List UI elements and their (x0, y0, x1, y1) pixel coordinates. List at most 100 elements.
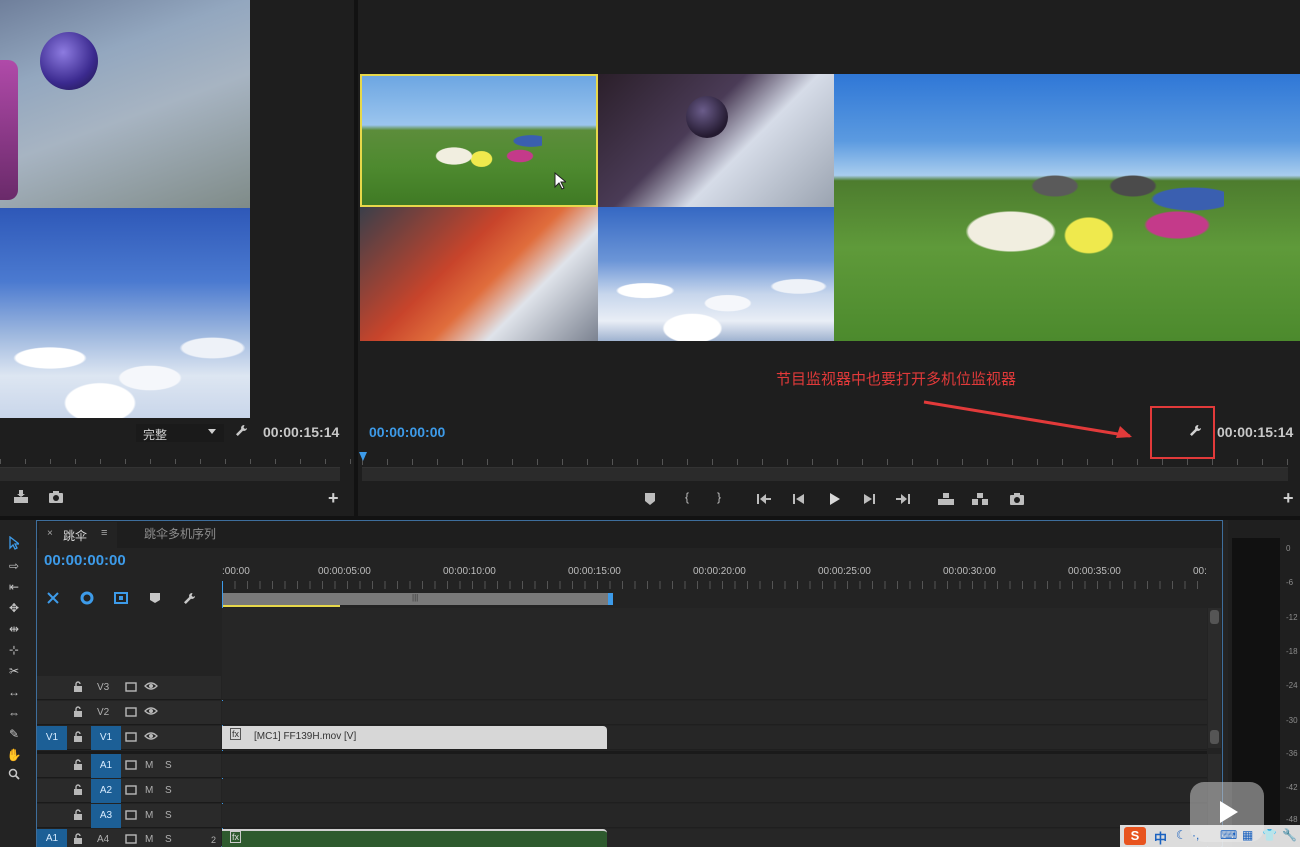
lock-icon[interactable] (73, 784, 83, 799)
lock-icon[interactable] (73, 706, 83, 721)
mark-out-icon[interactable]: } (707, 487, 731, 507)
eye-icon[interactable] (144, 706, 158, 719)
menu-icon[interactable]: ≡ (101, 527, 107, 539)
ime-language-indicator[interactable]: 中 (1154, 828, 1167, 847)
track-lane-a1[interactable] (222, 754, 1207, 778)
track-target-a3[interactable]: A3 (91, 804, 121, 828)
go-to-in-icon[interactable] (752, 488, 776, 508)
solo-button[interactable]: S (165, 785, 172, 796)
track-lane-a2[interactable] (222, 779, 1207, 803)
work-area-bar[interactable]: ||| (222, 593, 612, 605)
sync-lock-icon[interactable] (125, 785, 137, 798)
razor-tool-icon[interactable]: ✂ (4, 662, 24, 680)
play-icon[interactable] (822, 488, 846, 508)
timeline-time-ruler[interactable]: :00:00 00:00:05:00 00:00:10:00 00:00:15:… (222, 558, 1207, 608)
track-header-v2[interactable]: V2 (37, 701, 221, 725)
add-button-plus-icon[interactable]: + (328, 488, 339, 509)
keyboard-icon[interactable]: ⌨ (1220, 828, 1237, 842)
program-time-ruler[interactable] (362, 453, 1296, 465)
eye-icon[interactable] (144, 731, 158, 744)
track-target-a2[interactable]: A2 (91, 779, 121, 803)
lock-icon[interactable] (73, 759, 83, 774)
source-scrollbar[interactable] (0, 467, 340, 481)
sync-lock-icon[interactable] (125, 732, 137, 745)
camera-1-angle[interactable] (360, 74, 598, 207)
track-header-v1[interactable]: V1 V1 (37, 726, 221, 750)
track-header-a4[interactable]: A1 A4 M S 2 (37, 829, 221, 847)
solo-button[interactable]: S (165, 760, 172, 771)
moon-icon[interactable]: ☾ (1176, 828, 1187, 842)
wrench-icon[interactable]: 🔧 (1282, 828, 1297, 842)
add-button-plus-icon[interactable]: + (1283, 488, 1294, 509)
tab-tiaosan[interactable]: × 跳伞 ≡ (39, 522, 117, 548)
camera-3-angle[interactable] (360, 207, 598, 341)
shirt-icon[interactable]: 👕 (1262, 828, 1277, 842)
timeline-current-time[interactable]: 00:00:00:00 (44, 552, 126, 569)
ripple-edit-tool-icon[interactable]: ⇤ (4, 578, 24, 596)
program-timecode-current[interactable]: 00:00:00:00 (369, 424, 445, 440)
playhead-marker[interactable] (359, 452, 367, 461)
wrench-icon[interactable] (181, 591, 197, 610)
track-target-v1[interactable]: V1 (91, 726, 121, 750)
mute-button[interactable]: M (145, 760, 153, 771)
solo-button[interactable]: S (165, 810, 172, 821)
track-lane-a4[interactable]: fx (222, 829, 1207, 847)
wrench-icon[interactable] (1187, 423, 1203, 442)
sequence-insert-icon[interactable] (113, 591, 129, 608)
lift-icon[interactable] (934, 488, 958, 508)
selection-tool-icon[interactable] (4, 535, 24, 554)
hand-tool-icon[interactable]: ✋ (4, 746, 24, 764)
lock-icon[interactable] (73, 833, 83, 847)
track-lane-a3[interactable] (222, 804, 1207, 828)
pen-tool-icon[interactable]: ✎ (4, 725, 24, 743)
step-forward-icon[interactable] (857, 488, 881, 508)
insert-icon[interactable] (12, 489, 30, 508)
step-back-icon[interactable] (787, 488, 811, 508)
audio-clip[interactable]: fx (222, 829, 607, 847)
mark-in-icon[interactable]: { (675, 487, 699, 507)
track-header-a2[interactable]: A2 M S (37, 779, 221, 803)
camera-icon[interactable] (47, 489, 65, 508)
scroll-thumb[interactable] (1210, 730, 1219, 744)
mute-button[interactable]: M (145, 785, 153, 796)
program-preview[interactable] (834, 74, 1300, 341)
lock-icon[interactable] (73, 731, 83, 746)
lock-icon[interactable] (73, 681, 83, 696)
snap-icon[interactable] (45, 591, 61, 608)
rolling-edit-tool-icon[interactable]: ✥ (4, 599, 24, 617)
source-patch-v1[interactable]: V1 (37, 726, 67, 750)
track-select-tool-icon[interactable]: ⇨ (4, 557, 24, 575)
video-tracks-scrollbar[interactable] (1208, 608, 1221, 748)
source-patch-a1[interactable]: A1 (37, 829, 67, 847)
program-scrollbar[interactable] (362, 467, 1288, 481)
camera-2-angle[interactable] (598, 74, 834, 207)
video-clip[interactable]: fx [MC1] FF139H.mov [V] (222, 726, 607, 749)
track-lane-v3[interactable] (222, 676, 1207, 700)
track-header-a3[interactable]: A3 M S (37, 804, 221, 828)
track-lane-v2[interactable] (222, 701, 1207, 725)
sogou-ime-icon[interactable]: S (1124, 827, 1146, 845)
mute-button[interactable]: M (145, 810, 153, 821)
slide-tool-icon[interactable]: ⇔ (4, 704, 24, 722)
sync-lock-icon[interactable] (125, 707, 137, 720)
eye-icon[interactable] (144, 681, 158, 694)
work-area-end-handle[interactable] (608, 593, 613, 605)
solo-button[interactable]: S (165, 834, 172, 845)
linked-selection-icon[interactable] (79, 591, 95, 608)
track-lane-v1[interactable]: fx [MC1] FF139H.mov [V] (222, 726, 1207, 750)
slip-tool-icon[interactable]: ↔ (4, 683, 24, 701)
mute-button[interactable]: M (145, 834, 153, 845)
close-icon[interactable]: × (47, 528, 53, 539)
track-header-a1[interactable]: A1 M S (37, 754, 221, 778)
zoom-tool-icon[interactable] (4, 767, 24, 785)
wrench-icon[interactable] (233, 423, 249, 442)
scroll-thumb[interactable] (1210, 610, 1219, 624)
source-video-frame[interactable] (0, 0, 250, 418)
track-target-a1[interactable]: A1 (91, 754, 121, 778)
sync-lock-icon[interactable] (125, 810, 137, 823)
sync-lock-icon[interactable] (125, 682, 137, 695)
rate-stretch-tool-icon[interactable]: ⇹ (4, 620, 24, 638)
razor-split-tool-icon[interactable]: ⊹ (4, 641, 24, 659)
track-header-v3[interactable]: V3 (37, 676, 221, 700)
sync-lock-icon[interactable] (125, 760, 137, 773)
